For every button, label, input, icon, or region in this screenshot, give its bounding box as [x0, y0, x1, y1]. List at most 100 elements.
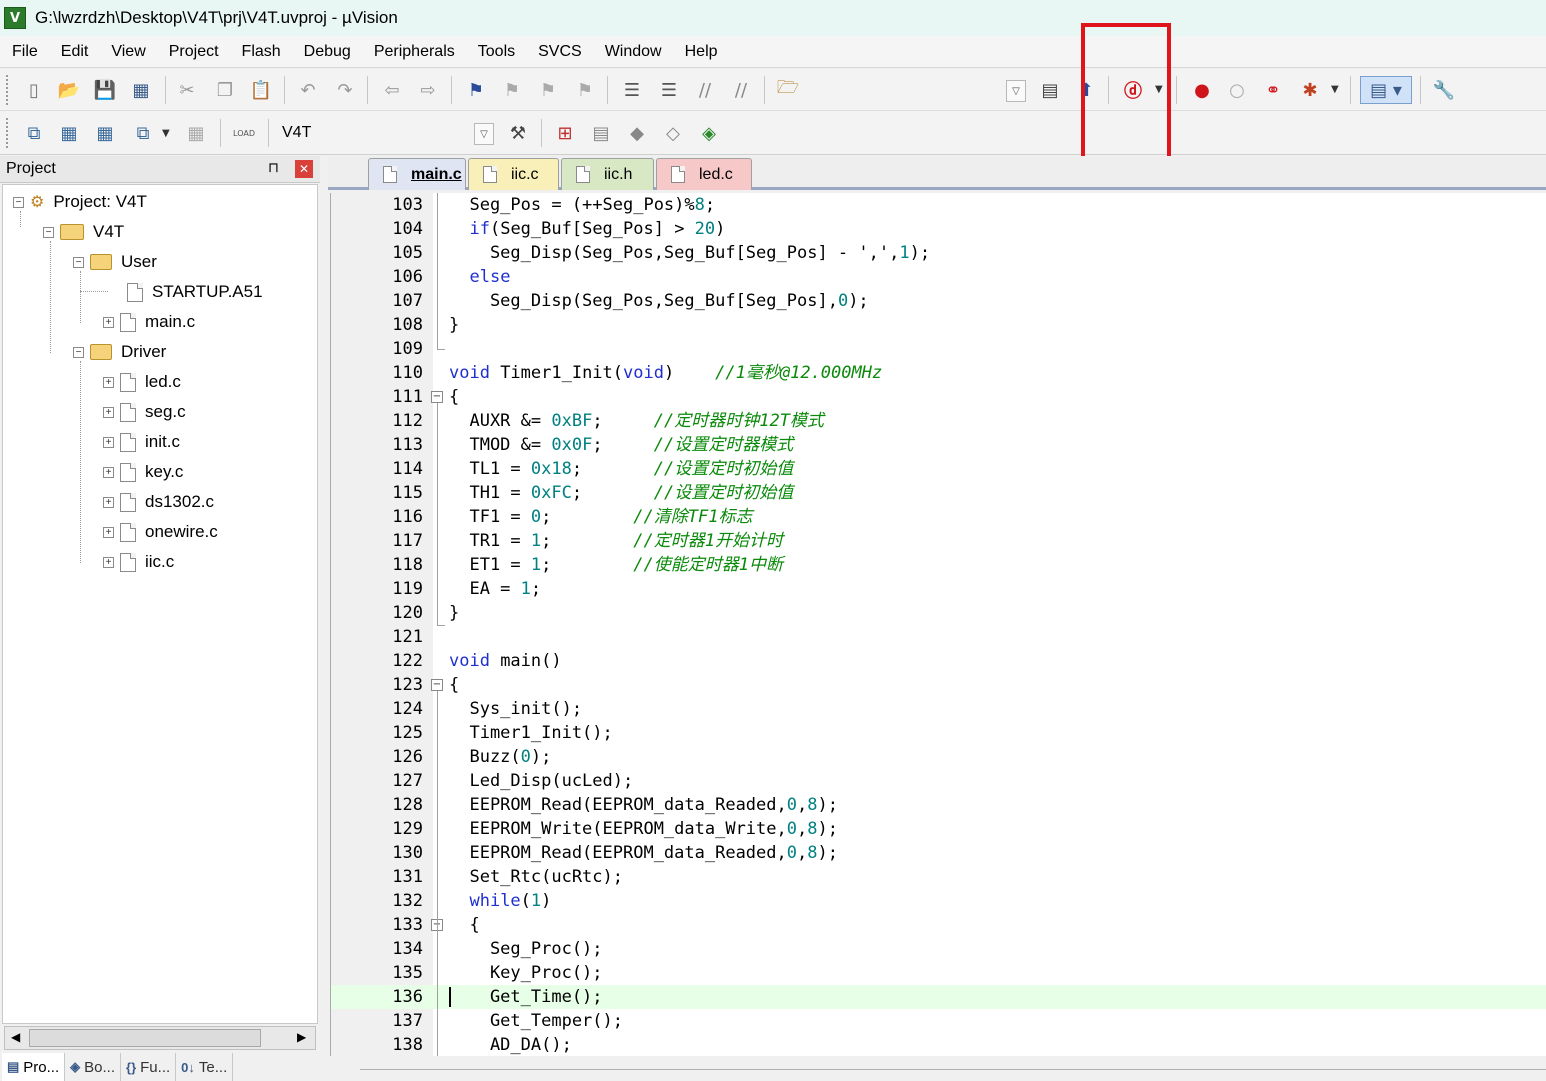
configure-wrench-icon[interactable]: 🔧	[1430, 76, 1458, 104]
code-line[interactable]: 119 EA = 1;	[331, 577, 1546, 601]
expand-icon[interactable]: +	[103, 406, 114, 418]
tree-item-project-root[interactable]: − ⚙ Project: V4T	[13, 190, 147, 214]
expand-icon[interactable]: +	[103, 496, 114, 508]
code-line[interactable]: 130 EEPROM_Read(EEPROM_data_Readed,0,8);	[331, 841, 1546, 865]
code-line[interactable]: 128 EEPROM_Read(EEPROM_data_Readed,0,8);	[331, 793, 1546, 817]
menu-file[interactable]: File	[0, 43, 49, 61]
tree-item-group-driver[interactable]: − Driver	[73, 340, 166, 364]
target-options-icon[interactable]: ⚒	[504, 119, 532, 147]
code-line[interactable]: 132 while(1)	[331, 889, 1546, 913]
code-line[interactable]: 120}	[331, 601, 1546, 625]
expand-icon[interactable]: +	[103, 556, 114, 568]
tab-main-c[interactable]: main.c	[368, 158, 466, 190]
unindent-icon[interactable]: ☰	[655, 76, 683, 104]
code-line[interactable]: 125 Timer1_Init();	[331, 721, 1546, 745]
translate-icon[interactable]: ⧉	[20, 119, 48, 147]
menu-project[interactable]: Project	[157, 43, 230, 61]
open-file-icon[interactable]: 📂	[55, 76, 83, 104]
tab-project[interactable]: ▤ Pro...	[2, 1053, 66, 1081]
tab-functions[interactable]: {} Fu...	[121, 1053, 177, 1081]
menu-peripherals[interactable]: Peripherals	[362, 43, 466, 61]
stop-build-icon[interactable]: ▦	[182, 119, 210, 147]
copy-icon[interactable]: ❐	[211, 76, 239, 104]
pack-installer-icon[interactable]: ◇	[659, 119, 687, 147]
pin-icon[interactable]: ⊓	[268, 160, 279, 176]
insert-breakpoint-icon[interactable]: ●	[1188, 76, 1216, 104]
find-in-files-icon[interactable]: 🗁	[774, 76, 802, 104]
tab-books[interactable]: ◈ Bo...	[65, 1053, 122, 1081]
code-line[interactable]: 126 Buzz(0);	[331, 745, 1546, 769]
enable-breakpoint-icon[interactable]: ○	[1223, 76, 1251, 104]
collapse-icon[interactable]: −	[73, 346, 84, 358]
editor-horizontal-scrollbar[interactable]	[330, 1057, 1546, 1081]
navigate-forward-icon[interactable]: ⇨	[414, 76, 442, 104]
next-bookmark-icon[interactable]: ⚑	[534, 76, 562, 104]
code-line[interactable]: 113 TMOD &= 0x0F; //设置定时器模式	[331, 433, 1546, 457]
tree-item-target[interactable]: − V4T	[43, 220, 124, 244]
tab-iic-h[interactable]: iic.h	[561, 158, 654, 190]
code-line[interactable]: 124 Sys_init();	[331, 697, 1546, 721]
chevron-down-icon[interactable]: ▼	[1331, 84, 1339, 95]
menu-flash[interactable]: Flash	[230, 43, 292, 61]
code-line[interactable]: 111−{	[331, 385, 1546, 409]
build-icon[interactable]: ▦	[55, 119, 83, 147]
menu-view[interactable]: View	[99, 43, 156, 61]
collapse-icon[interactable]: −	[73, 256, 84, 268]
code-line[interactable]: 103 Seg_Pos = (++Seg_Pos)%8;	[331, 193, 1546, 217]
toolbar-grip[interactable]	[6, 75, 10, 105]
redo-icon[interactable]: ↷	[331, 76, 359, 104]
code-line[interactable]: 137 Get_Temper();	[331, 1009, 1546, 1033]
prev-bookmark-icon[interactable]: ⚑	[498, 76, 526, 104]
indent-icon[interactable]: ☰	[618, 76, 646, 104]
fold-collapse-icon[interactable]: −	[431, 679, 443, 691]
download-load-icon[interactable]: LOAD	[230, 119, 258, 147]
code-line[interactable]: 136 Get_Time();	[331, 985, 1546, 1009]
comment-icon[interactable]: //	[691, 76, 719, 104]
new-file-icon[interactable]: ▯	[20, 76, 48, 104]
collapse-icon[interactable]: −	[13, 196, 24, 208]
code-line[interactable]: 106 else	[331, 265, 1546, 289]
uvision-app-icon[interactable]: V	[4, 7, 26, 29]
code-line[interactable]: 133− {	[331, 913, 1546, 937]
tree-item-file[interactable]: + led.c	[103, 370, 181, 394]
project-horizontal-scrollbar[interactable]: ◀ ▶	[4, 1026, 316, 1050]
menu-svcs[interactable]: SVCS	[526, 43, 593, 61]
uncomment-icon[interactable]: //	[727, 76, 755, 104]
code-line[interactable]: 107 Seg_Disp(Seg_Pos,Seg_Buf[Seg_Pos],0)…	[331, 289, 1546, 313]
tree-item-file[interactable]: + iic.c	[103, 550, 174, 574]
tree-item-file[interactable]: + key.c	[103, 460, 183, 484]
menu-edit[interactable]: Edit	[49, 43, 100, 61]
run-time-environment-icon[interactable]: ◈	[695, 119, 723, 147]
toolbar-grip[interactable]	[6, 118, 10, 148]
target-dropdown[interactable]: ▽	[474, 123, 494, 145]
paste-icon[interactable]: 📋	[247, 76, 275, 104]
batch-build-icon[interactable]: ⧉	[129, 119, 157, 147]
undo-icon[interactable]: ↶	[294, 76, 322, 104]
scroll-left-icon[interactable]: ◀	[11, 1030, 20, 1044]
clear-bookmarks-icon[interactable]: ⚑	[571, 76, 599, 104]
menu-debug[interactable]: Debug	[292, 43, 362, 61]
code-line[interactable]: 112 AUXR &= 0xBF; //定时器时钟12T模式	[331, 409, 1546, 433]
navigate-back-icon[interactable]: ⇦	[378, 76, 406, 104]
tree-item-file[interactable]: + seg.c	[103, 400, 186, 424]
scroll-right-icon[interactable]: ▶	[297, 1030, 306, 1044]
expand-icon[interactable]: +	[103, 316, 114, 328]
menu-window[interactable]: Window	[593, 43, 673, 61]
save-icon[interactable]: 💾	[91, 76, 119, 104]
kill-all-breakpoints-icon[interactable]: ✱	[1296, 76, 1324, 104]
tree-item-file[interactable]: + onewire.c	[103, 520, 218, 544]
save-all-icon[interactable]: ▦	[127, 76, 155, 104]
find-combo-dropdown[interactable]: ▽	[1006, 80, 1026, 102]
tree-item-file[interactable]: + main.c	[103, 310, 195, 334]
collapse-icon[interactable]: −	[43, 226, 54, 238]
code-line[interactable]: 135 Key_Proc();	[331, 961, 1546, 985]
code-line[interactable]: 116 TF1 = 0; //清除TF1标志	[331, 505, 1546, 529]
code-line[interactable]: 117 TR1 = 1; //定时器1开始计时	[331, 529, 1546, 553]
code-line[interactable]: 123−{	[331, 673, 1546, 697]
tab-iic-c[interactable]: iic.c	[468, 158, 559, 190]
code-line[interactable]: 138 AD_DA();	[331, 1033, 1546, 1056]
menu-tools[interactable]: Tools	[466, 43, 526, 61]
tree-item-file[interactable]: + ds1302.c	[103, 490, 214, 514]
expand-icon[interactable]: +	[103, 466, 114, 478]
menu-help[interactable]: Help	[673, 43, 729, 61]
